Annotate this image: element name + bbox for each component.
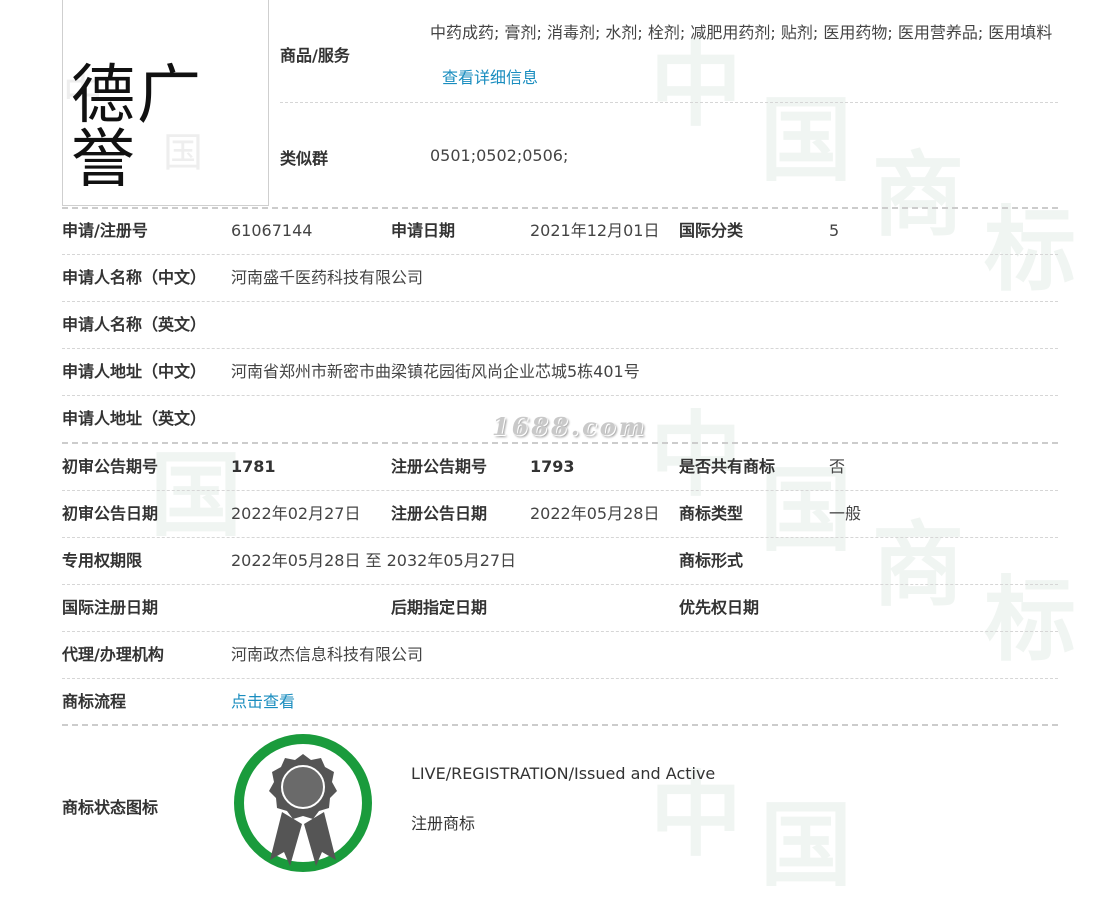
address-cn-row: 申请人地址（中文） 河南省郑州市新密市曲梁镇花园街风尚企业芯城5栋401号 [62,349,1058,395]
status-en: LIVE/REGISTRATION/Issued and Active [411,764,716,783]
reg-no-label: 申请/注册号 [62,221,148,240]
reg-no-value: 61067144 [231,221,313,240]
applicant-en-row: 申请人名称（英文） [62,302,1058,348]
apply-date-label: 申请日期 [391,221,456,240]
prelim-pub-date-value: 2022年02月27日 [231,504,361,523]
agent-value: 河南政杰信息科技有限公司 [231,645,424,664]
registered-seal-icon [234,734,372,872]
address-cn-label: 申请人地址（中文） [62,362,207,381]
shared-label: 是否共有商标 [679,457,776,476]
exclusive-period-label: 专用权期限 [62,551,143,570]
view-details-link[interactable]: 查看详细信息 [442,68,538,87]
watermark-char: 国 [760,792,853,899]
status-cn: 注册商标 [411,814,476,833]
shared-value: 否 [829,457,846,476]
trademark-image: 中 国 德广誉 [62,0,269,206]
similar-group-value: 0501;0502;0506; [430,146,569,165]
tm-form-label: 商标形式 [679,551,744,570]
similar-group-row: 类似群 0501;0502;0506; [280,133,1058,179]
watermark-char: 中 [650,762,743,869]
tm-type-value: 一般 [829,504,862,523]
intl-reg-date-label: 国际注册日期 [62,598,159,617]
prelim-pub-no-label: 初审公告期号 [62,457,159,476]
agent-row: 代理/办理机构 河南政杰信息科技有限公司 [62,632,1058,678]
pub-no-row: 初审公告期号 1781 注册公告期号 1793 是否共有商标 否 [62,444,1058,490]
reg-row: 申请/注册号 61067144 申请日期 2021年12月01日 国际分类 5 [62,208,1058,254]
applicant-cn-value: 河南盛千医药科技有限公司 [231,268,424,287]
goods-services-text: 中药成药; 膏剂; 消毒剂; 水剂; 栓剂; 减肥用药剂; 贴剂; 医用药物; … [430,23,1053,42]
address-en-row: 申请人地址（英文） [62,396,1058,442]
trademark-mark: 德广誉 [71,59,203,197]
apply-date-value: 2021年12月01日 [530,221,660,240]
reg-pub-date-label: 注册公告日期 [391,504,488,523]
intl-class-value: 5 [829,221,840,240]
prelim-pub-no-value: 1781 [231,457,276,476]
goods-services-label: 商品/服务 [280,46,350,65]
reg-pub-date-value: 2022年05月28日 [530,504,660,523]
applicant-cn-row: 申请人名称（中文） 河南盛千医药科技有限公司 [62,255,1058,301]
section-divider [62,724,1058,726]
similar-group-label: 类似群 [280,149,329,168]
goods-services-row: 商品/服务 中药成药; 膏剂; 消毒剂; 水剂; 栓剂; 减肥用药剂; 贴剂; … [280,10,1058,102]
pub-date-row: 初审公告日期 2022年02月27日 注册公告日期 2022年05月28日 商标… [62,491,1058,537]
tm-type-label: 商标类型 [679,504,744,523]
status-label: 商标状态图标 [62,798,159,817]
applicant-cn-label: 申请人名称（中文） [62,268,207,287]
period-row: 专用权期限 2022年05月28日 至 2032年05月27日 商标形式 [62,538,1058,584]
process-link[interactable]: 点击查看 [231,679,295,725]
address-cn-value: 河南省郑州市新密市曲梁镇花园街风尚企业芯城5栋401号 [231,362,640,381]
divider [280,102,1058,103]
reg-pub-no-value: 1793 [530,457,575,476]
prelim-pub-date-label: 初审公告日期 [62,504,159,523]
agent-label: 代理/办理机构 [62,645,164,664]
goods-services-value: 中药成药; 膏剂; 消毒剂; 水剂; 栓剂; 减肥用药剂; 贴剂; 医用药物; … [430,10,1058,100]
process-label: 商标流程 [62,692,127,711]
dates-row: 国际注册日期 后期指定日期 优先权日期 [62,585,1058,631]
process-row: 商标流程 点击查看 [62,679,1058,725]
exclusive-period-value: 2022年05月28日 至 2032年05月27日 [231,551,517,570]
reg-pub-no-label: 注册公告期号 [391,457,488,476]
intl-class-label: 国际分类 [679,221,744,240]
applicant-en-label: 申请人名称（英文） [62,315,207,334]
address-en-label: 申请人地址（英文） [62,409,207,428]
later-designation-label: 后期指定日期 [391,598,488,617]
priority-date-label: 优先权日期 [679,598,760,617]
